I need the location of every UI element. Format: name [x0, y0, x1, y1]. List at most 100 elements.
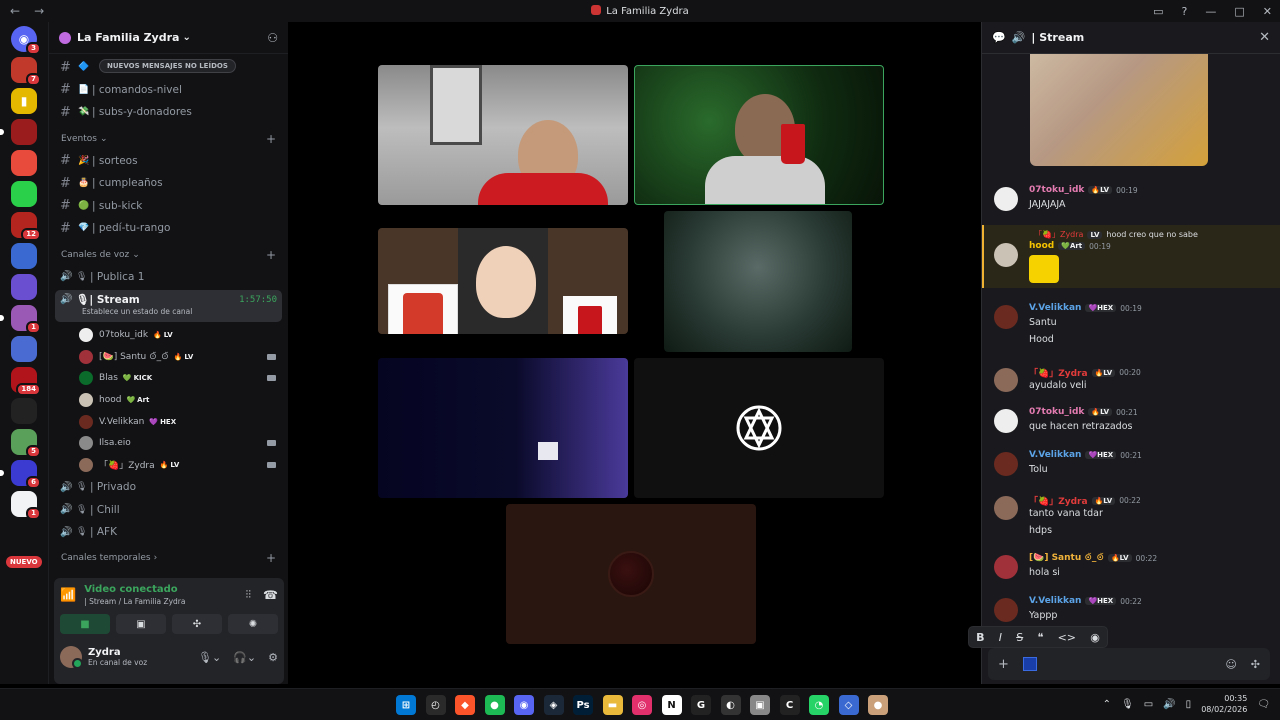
taskbar-app-icon[interactable]: ◈ — [543, 695, 564, 715]
quote-button[interactable]: ❝ — [1037, 631, 1043, 644]
code-button[interactable]: <> — [1058, 631, 1076, 644]
camera-button[interactable]: ■ — [60, 614, 110, 634]
avatar[interactable] — [994, 555, 1018, 579]
taskbar-app-icon[interactable]: C — [779, 695, 800, 715]
message-author[interactable]: 07toku_idk — [1029, 185, 1084, 195]
server-icon[interactable] — [11, 398, 37, 424]
message-input[interactable]: + ☺ ✣ — [988, 648, 1270, 680]
chat-image-attachment[interactable] — [1030, 54, 1208, 166]
message-author[interactable]: V.Velikkan — [1029, 596, 1081, 606]
text-channel[interactable]: # 🎉 | sorteos — [55, 150, 282, 173]
voice-channel[interactable]: 🔊 🎙 | Chill — [55, 498, 282, 521]
microphone-icon[interactable]: 🎙⌄ — [198, 651, 221, 664]
server-icon[interactable] — [11, 181, 37, 207]
add-channel-icon[interactable]: + — [266, 132, 276, 146]
chevron-up-icon[interactable]: ⌃ — [1103, 699, 1111, 710]
avatar[interactable] — [994, 368, 1018, 392]
new-badge[interactable]: NUEVO — [6, 556, 42, 568]
channel-category[interactable]: Canales temporales › + — [55, 547, 282, 569]
voice-user[interactable]: Ilsa.eio — [55, 432, 282, 454]
channel-category[interactable]: Eventos ⌄ + — [55, 128, 282, 150]
new-messages-pill[interactable]: NUEVOS MENSAJES NO LEÍDOS — [99, 59, 236, 73]
screen-share-button[interactable]: ▣ — [116, 614, 166, 634]
server-icon[interactable]: 1 — [0, 305, 41, 334]
avatar[interactable] — [994, 452, 1018, 476]
taskbar-app-icon[interactable]: Ps — [573, 695, 593, 715]
help-icon[interactable]: ? — [1182, 5, 1188, 18]
message-author[interactable]: 07toku_idk — [1029, 407, 1084, 417]
taskbar-app-icon[interactable]: ▣ — [750, 695, 770, 715]
emoji-icon[interactable]: ☺ — [1225, 658, 1236, 671]
video-tile-07toku[interactable] — [634, 358, 884, 498]
avatar[interactable] — [994, 496, 1018, 520]
headphones-icon[interactable]: 🎧⌄ — [233, 651, 256, 664]
video-tile-zydra[interactable] — [506, 504, 756, 644]
taskbar-app-icon[interactable]: ◆ — [455, 695, 475, 715]
taskbar-app-icon[interactable]: ◴ — [425, 695, 446, 715]
voice-channel[interactable]: 🔊 🎙 | Publica 1 — [55, 266, 282, 289]
back-arrow-icon[interactable]: ← — [10, 4, 20, 18]
add-channel-icon[interactable]: + — [266, 551, 276, 565]
message-author[interactable]: V.Velikkan — [1029, 450, 1081, 460]
server-icon[interactable]: 7 — [11, 57, 41, 86]
taskbar-app-icon[interactable]: ● — [484, 695, 505, 715]
add-channel-icon[interactable]: + — [266, 248, 276, 262]
plus-icon[interactable]: + — [998, 657, 1009, 672]
close-icon[interactable]: ✕ — [1259, 30, 1270, 45]
sticker-image[interactable] — [1029, 255, 1059, 283]
avatar[interactable] — [994, 243, 1018, 267]
invite-people-icon[interactable]: ⚇ — [267, 31, 278, 45]
taskbar-app-icon[interactable]: ◎ — [632, 695, 652, 715]
avatar[interactable] — [60, 646, 83, 669]
voice-connected-title[interactable]: Video conectado — [84, 584, 185, 595]
maximize-button[interactable]: □ — [1234, 5, 1244, 18]
taskbar-app-icon[interactable]: G — [691, 695, 711, 715]
minimize-button[interactable]: — — [1205, 5, 1216, 18]
video-tile-anime[interactable] — [378, 228, 628, 334]
server-icon[interactable] — [11, 150, 37, 176]
text-channel[interactable]: # 💎 | pedí-tu-rango — [55, 217, 282, 240]
voice-user[interactable]: Blas 💚 KICK — [55, 367, 282, 389]
voice-user[interactable]: 「🍓」Zydra 🔥 LV — [55, 454, 282, 476]
voice-user[interactable]: hood 💚 Art — [55, 389, 282, 411]
text-channel[interactable]: # 🔷 NUEVOS MENSAJES NO LEÍDOS — [55, 56, 282, 79]
clock[interactable]: 00:35 08/02/2026 — [1201, 693, 1247, 715]
reply-preview[interactable]: 「🍓」Zydra LV hood creo que no sabe — [1034, 229, 1198, 240]
text-channel[interactable]: # 📄 | comandos-nivel — [55, 79, 282, 102]
forward-arrow-icon[interactable]: → — [34, 4, 44, 18]
server-icon[interactable]: 6 — [0, 460, 41, 489]
server-icon[interactable] — [11, 336, 37, 362]
close-window-button[interactable]: ✕ — [1263, 5, 1272, 18]
inbox-icon[interactable]: ▭ — [1153, 5, 1163, 18]
strikethrough-button[interactable]: S — [1016, 631, 1023, 644]
mic-tray-icon[interactable]: 🎙 — [1121, 699, 1134, 710]
channel-status[interactable]: Establece un estado de canal — [60, 307, 277, 316]
disconnect-icon[interactable]: ☎ — [263, 588, 278, 602]
avatar[interactable] — [994, 305, 1018, 329]
taskbar-app-icon[interactable]: ◔ — [809, 695, 829, 715]
text-channel[interactable]: # 🎂 | cumpleaños — [55, 172, 282, 195]
text-channel[interactable]: # 🟢 | sub-kick — [55, 195, 282, 218]
voice-user[interactable]: [🍉] Santu ⊙̆_⊙̆ 🔥 LV — [55, 346, 282, 368]
message-author[interactable]: V.Velikkan — [1029, 303, 1081, 313]
video-tile-blas[interactable] — [634, 65, 884, 205]
taskbar-app-icon[interactable]: ● — [868, 695, 888, 715]
server-icon[interactable] — [11, 243, 37, 269]
avatar[interactable] — [994, 598, 1018, 622]
taskbar-app-icon[interactable]: ◐ — [720, 695, 741, 715]
avatar[interactable] — [994, 409, 1018, 433]
message-author[interactable]: 「🍓」Zydra — [1029, 366, 1088, 379]
voice-user[interactable]: 07toku_idk 🔥 LV — [55, 324, 282, 346]
taskbar-app-icon[interactable]: N — [661, 695, 682, 715]
video-tile-hood[interactable] — [664, 211, 852, 352]
voice-connected-subtitle[interactable]: | Stream / La Familia Zydra — [84, 597, 185, 606]
server-icon[interactable]: ◉ 3 — [11, 26, 41, 55]
taskbar-app-icon[interactable]: ◇ — [838, 695, 859, 715]
message-author[interactable]: hood — [1029, 241, 1054, 251]
video-tile-santu[interactable] — [378, 65, 628, 205]
volume-icon[interactable]: 🔊 — [1163, 699, 1175, 710]
activities-button[interactable]: ✣ — [172, 614, 222, 634]
avatar[interactable] — [994, 187, 1018, 211]
message-author[interactable]: [🍉] Santu ⊙̆_⊙̆ — [1029, 553, 1104, 563]
server-icon[interactable]: 184 — [11, 367, 41, 396]
